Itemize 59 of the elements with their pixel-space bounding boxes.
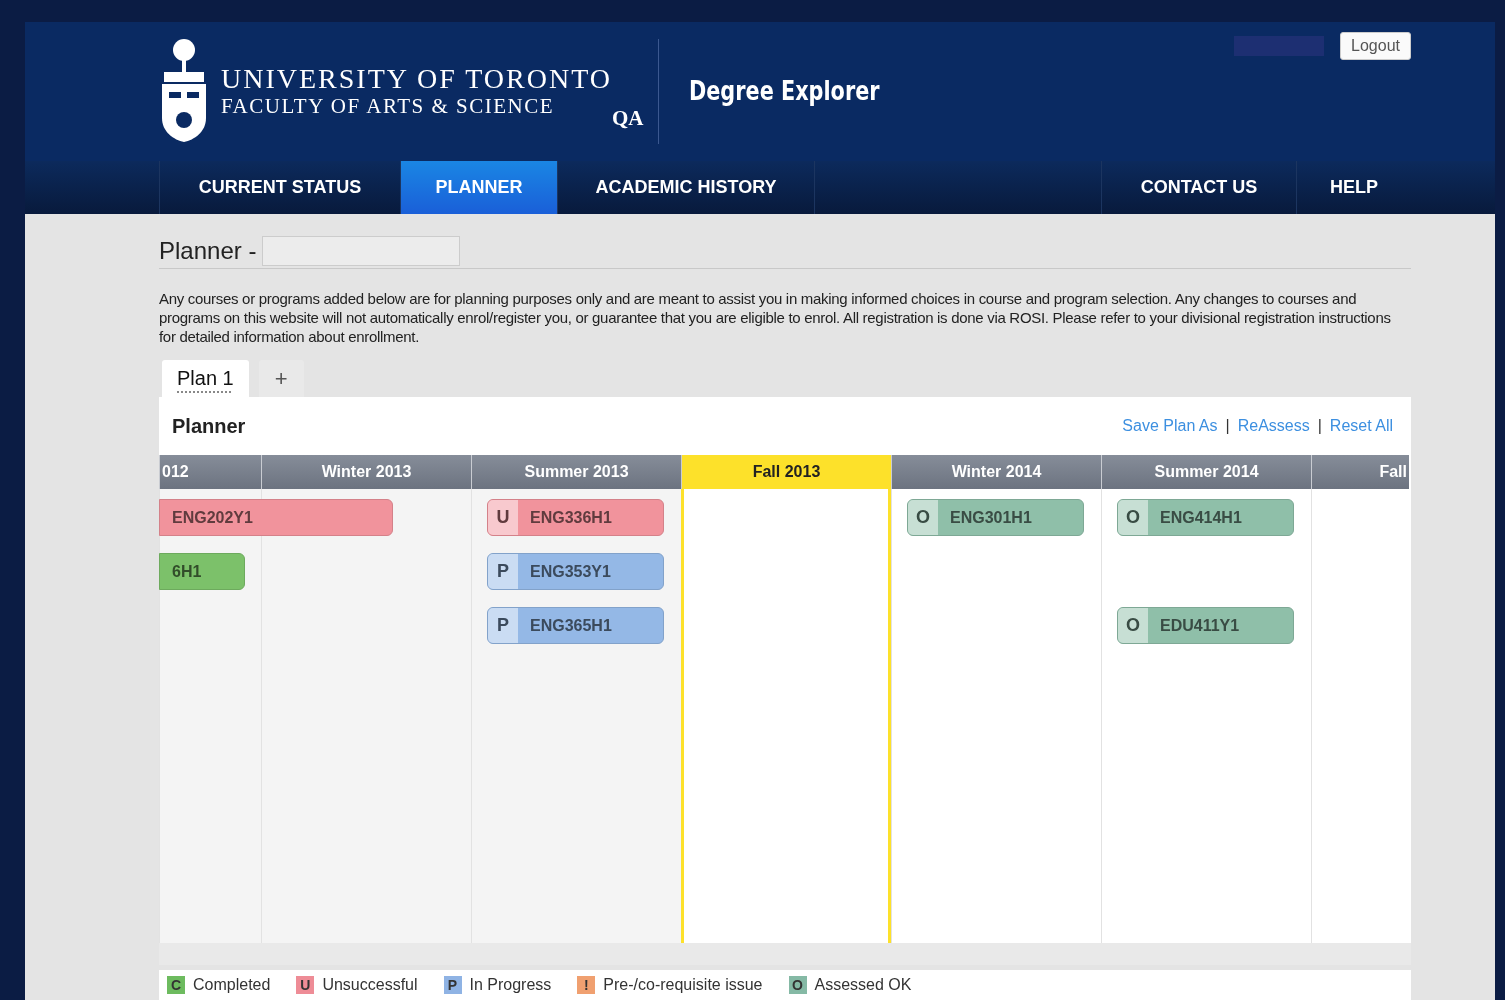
nav-tab[interactable]: ACADEMIC HISTORY (557, 160, 814, 214)
legend-key: C (167, 976, 185, 994)
faculty-name: FACULTY OF ARTS & SCIENCE (221, 94, 556, 119)
legend-key: ! (577, 976, 596, 994)
course-code: 6H1 (171, 562, 202, 581)
add-plan-tab[interactable]: + (258, 360, 304, 397)
panel-title: Planner (172, 414, 246, 438)
course-chip[interactable]: O ENG414H1 (1117, 499, 1294, 536)
legend-key: P (443, 976, 462, 994)
course-chip[interactable]: U ENG336H1 (487, 499, 664, 536)
notice-text: Any courses or programs added below are for planning purposes only and are meant to assist you in making informed choices in course and program selection. Any changes to courses and programs on this website will not automatically enrol/register you, or guarantee that you are eligible to enrol. All registration is done via ROSI. Please refer to your divisional registration instructions for detailed information about enrollment. (159, 289, 1392, 346)
course-code: EDU411Y1 (1159, 616, 1240, 635)
course-chip[interactable]: 6H1 (159, 553, 245, 590)
course-chip[interactable]: O EDU411Y1 (1117, 607, 1294, 644)
term-header: 012 (159, 455, 261, 489)
legend-label: Pre-/co-requisite issue (603, 976, 763, 994)
link-separator: | (1225, 417, 1230, 435)
course-chip[interactable]: O ENG301H1 (907, 499, 1084, 536)
page-title: Planner - (159, 237, 257, 265)
nav-tab[interactable]: HELP (1296, 160, 1411, 214)
course-chip[interactable]: P ENG365H1 (487, 607, 664, 644)
course-code: ENG365H1 (529, 616, 612, 635)
course-chip[interactable]: ENG202Y1 (159, 499, 393, 536)
term-header: Fall (1311, 455, 1409, 489)
course-code: ENG414H1 (1159, 508, 1242, 527)
term-header: Winter 2014 (891, 455, 1101, 489)
plan-tab[interactable]: Plan 1 (162, 360, 249, 397)
legend-label: Assessed OK (814, 976, 912, 994)
course-chip[interactable]: P ENG353Y1 (487, 553, 664, 590)
course-code: ENG301H1 (949, 508, 1032, 527)
term-header: Fall 2013 (681, 455, 891, 489)
legend-label: Unsuccessful (322, 976, 418, 994)
legend-key: U (296, 976, 315, 994)
status-badge: P (488, 554, 518, 589)
action-link[interactable]: ReAssess (1237, 417, 1310, 435)
action-link[interactable]: Reset All (1329, 417, 1393, 435)
university-name: UNIVERSITY OF TORONTO (221, 64, 612, 95)
legend-key: O (788, 976, 807, 994)
nav-tab[interactable]: PLANNER (400, 160, 557, 214)
term-header: Winter 2013 (261, 455, 471, 489)
legend-label: Completed (193, 976, 271, 994)
status-badge: O (1118, 608, 1148, 643)
link-separator: | (1317, 417, 1322, 435)
course-code: ENG202Y1 (171, 508, 253, 527)
status-badge: O (1118, 500, 1148, 535)
plan-name-field[interactable] (262, 236, 461, 266)
app-title: Degree Explorer (688, 76, 880, 107)
legend-label: In Progress (469, 976, 552, 994)
term-header: Summer 2013 (471, 455, 681, 489)
status-badge: O (908, 500, 938, 535)
status-badge: P (488, 608, 518, 643)
environment-label: QA (612, 105, 644, 132)
course-code: ENG336H1 (529, 508, 612, 527)
nav-tab[interactable]: CONTACT US (1101, 160, 1296, 214)
action-link[interactable]: Save Plan As (1122, 417, 1218, 435)
course-code: ENG353Y1 (529, 562, 611, 581)
term-header: Summer 2014 (1101, 455, 1311, 489)
status-badge: U (488, 500, 518, 535)
logout-button[interactable]: Logout (1340, 32, 1411, 60)
